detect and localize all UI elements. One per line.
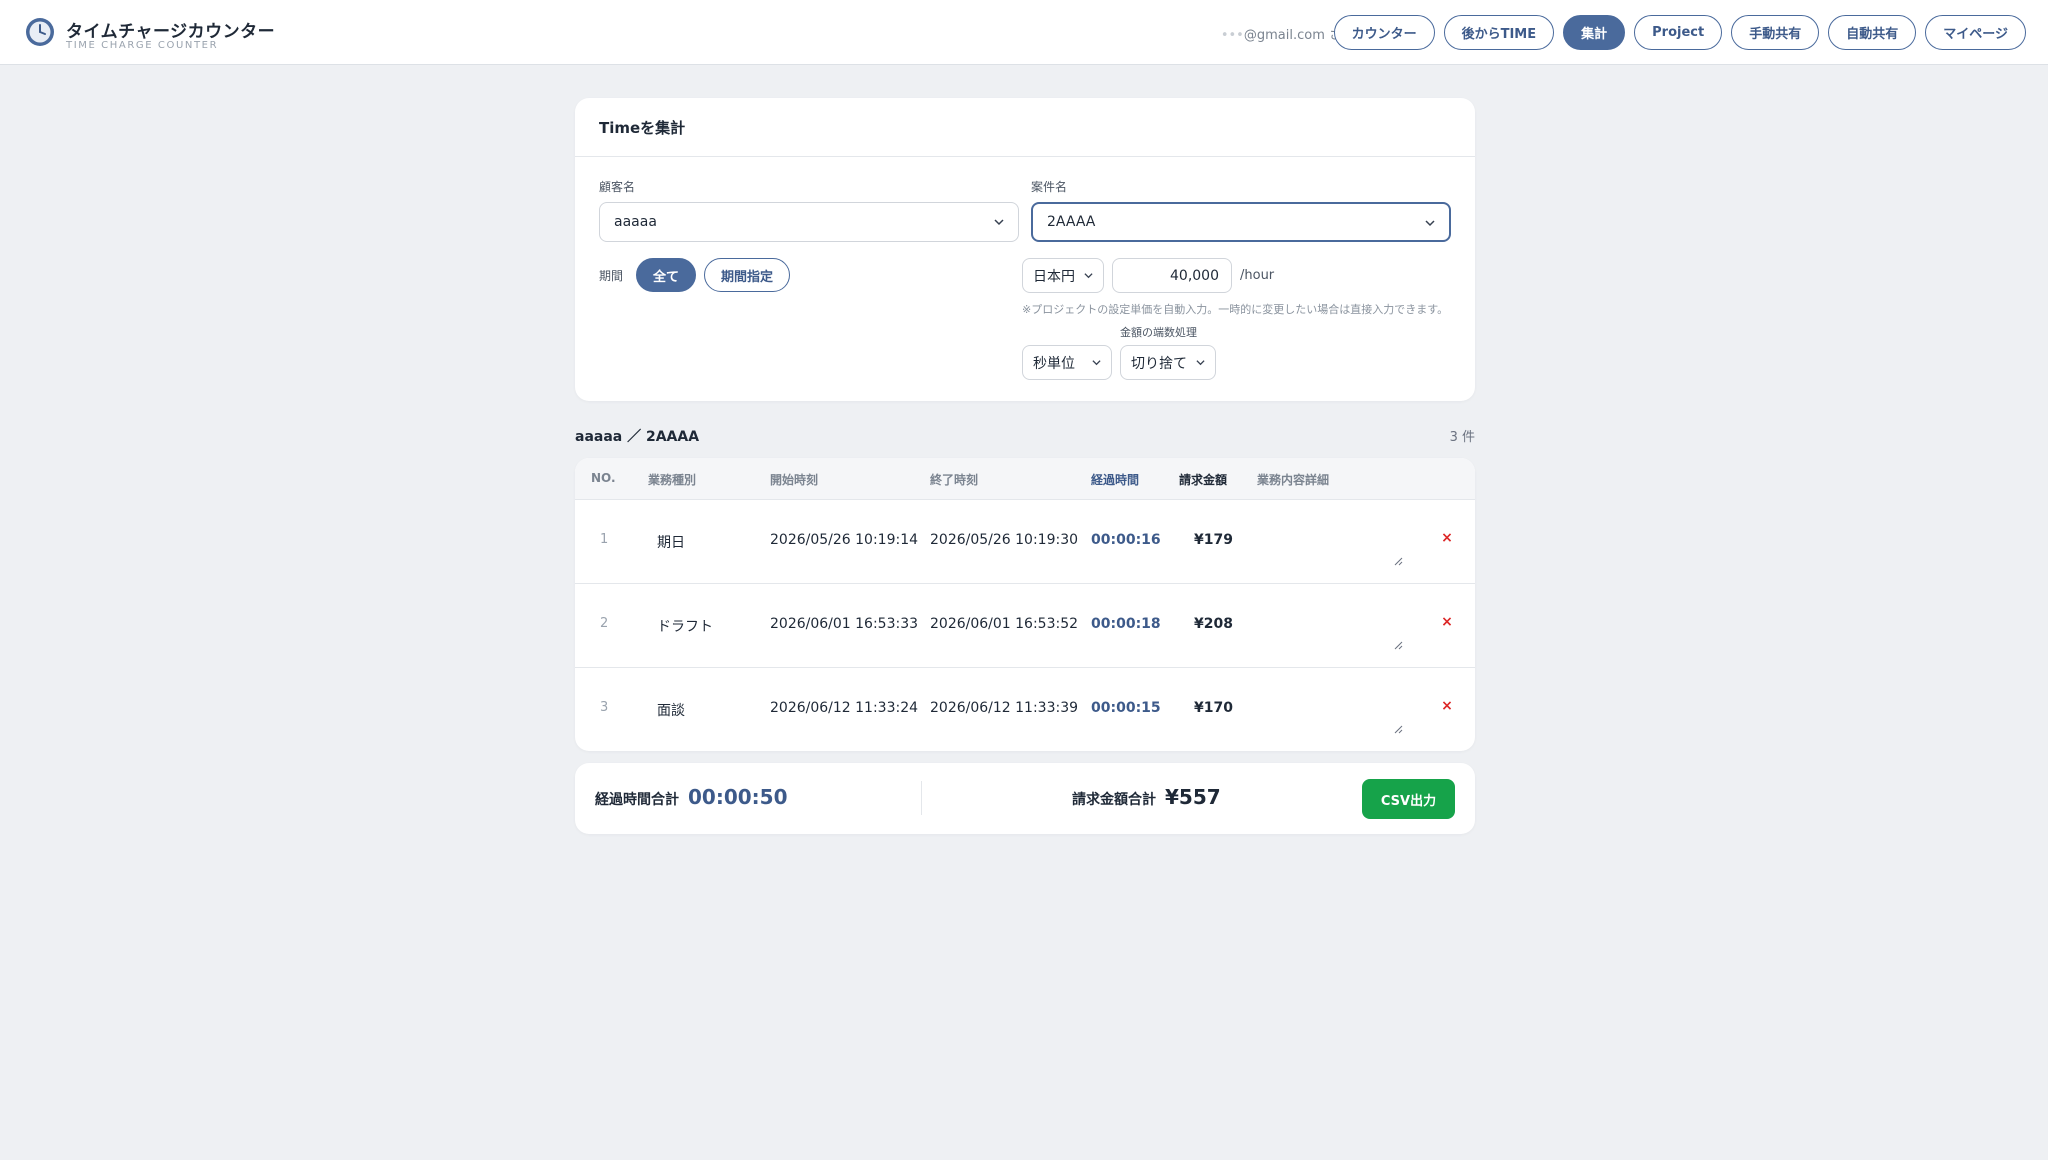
table-row: 3 面談 2026/06/12 11:33:24 2026/06/12 11:3… [575, 668, 1475, 751]
app-title: タイムチャージカウンター [66, 22, 276, 42]
currency-select[interactable]: 日本円 [1022, 258, 1104, 293]
nav-project-button[interactable]: Project [1634, 15, 1723, 50]
clock-icon [26, 18, 54, 46]
row-start: 2026/05/26 10:19:14 [770, 532, 919, 548]
records-table: NO. 業務種別 開始時刻 終了時刻 経過時間 請求金額 業務内容詳細 1 期日… [575, 458, 1475, 751]
table-header: NO. 業務種別 開始時刻 終了時刻 経過時間 請求金額 業務内容詳細 [575, 458, 1475, 500]
col-task: 業務種別 [648, 473, 697, 487]
nav-later-time-button[interactable]: 後からTIME [1443, 15, 1555, 50]
row-no: 1 [600, 532, 609, 547]
col-detail: 業務内容詳細 [1257, 473, 1330, 487]
chevron-down-icon [1092, 360, 1101, 366]
filter-card: Timeを集計 顧客名 aaaaa 案件名 2AAAA 期間 全て 期間指定 日… [575, 98, 1475, 401]
textarea-resize-icon[interactable] [1394, 557, 1403, 566]
row-task: 面談 [657, 703, 685, 719]
row-end: 2026/06/12 11:33:39 [930, 700, 1079, 716]
nav-summary-button[interactable]: 集計 [1563, 15, 1626, 50]
delete-row-button[interactable]: × [1439, 530, 1455, 546]
delete-row-button[interactable]: × [1439, 698, 1455, 714]
table-row: 2 ドラフト 2026/06/01 16:53:33 2026/06/01 16… [575, 584, 1475, 668]
col-end: 終了時刻 [930, 473, 979, 487]
rate-unit: /hour [1240, 268, 1275, 283]
rounding-label: 金額の端数処理 [1120, 326, 1197, 339]
customer-select-value: aaaaa [614, 214, 657, 230]
totals-card: 経過時間合計 00:00:50 請求金額合計 ¥557 CSV出力 [575, 763, 1475, 834]
row-amount: ¥208 [1194, 616, 1233, 632]
table-row: 1 期日 2026/05/26 10:19:14 2026/05/26 10:1… [575, 500, 1475, 584]
period-label: 期間 [599, 269, 624, 283]
nav-auto-share-button[interactable]: 自動共有 [1828, 15, 1917, 50]
rounding-select-value: 切り捨て [1131, 355, 1187, 372]
textarea-resize-icon[interactable] [1394, 725, 1403, 734]
time-unit-select[interactable]: 秒単位 [1022, 345, 1112, 380]
time-unit-select-value: 秒単位 [1033, 355, 1075, 372]
project-label: 案件名 [1031, 180, 1068, 194]
period-custom-button[interactable]: 期間指定 [704, 258, 790, 292]
row-task: 期日 [657, 535, 685, 551]
customer-label: 顧客名 [599, 180, 636, 194]
elapsed-total-label: 経過時間合計 [595, 792, 679, 808]
main-nav: カウンター 後からTIME 集計 Project 手動共有 自動共有 マイページ [1333, 15, 2026, 50]
csv-export-button[interactable]: CSV出力 [1362, 779, 1455, 819]
chevron-down-icon [1196, 360, 1205, 366]
col-amount: 請求金額 [1179, 473, 1228, 487]
rate-note: ※プロジェクトの設定単価を自動入力。一時的に変更したい場合は直接入力できます。 [1022, 303, 1449, 316]
elapsed-total-value: 00:00:50 [688, 785, 788, 809]
row-elapsed: 00:00:18 [1091, 616, 1161, 632]
project-select[interactable]: 2AAAA [1031, 202, 1451, 242]
divider [921, 781, 922, 815]
chevron-down-icon [994, 219, 1004, 226]
app-subtitle: TIME CHARGE COUNTER [66, 40, 219, 51]
delete-row-button[interactable]: × [1439, 614, 1455, 630]
section-title: aaaaa ／ 2AAAA [575, 429, 700, 445]
record-count: 3 件 [1449, 430, 1475, 445]
nav-counter-button[interactable]: カウンター [1333, 15, 1435, 50]
customer-select[interactable]: aaaaa [599, 202, 1019, 242]
amount-total-label: 請求金額合計 [1072, 792, 1156, 808]
period-all-button[interactable]: 全て [636, 258, 696, 292]
filter-card-title: Timeを集計 [599, 119, 686, 137]
row-elapsed: 00:00:16 [1091, 532, 1161, 548]
col-start: 開始時刻 [770, 473, 819, 487]
nav-manual-share-button[interactable]: 手動共有 [1731, 15, 1820, 50]
col-elapsed: 経過時間 [1091, 473, 1140, 487]
chevron-down-icon [1425, 220, 1435, 227]
row-amount: ¥170 [1194, 700, 1233, 716]
row-no: 2 [600, 616, 609, 631]
col-no: NO. [591, 471, 616, 485]
textarea-resize-icon[interactable] [1394, 641, 1403, 650]
user-email-mask: ••• [1220, 28, 1244, 43]
row-end: 2026/05/26 10:19:30 [930, 532, 1079, 548]
row-amount: ¥179 [1194, 532, 1233, 548]
rounding-select[interactable]: 切り捨て [1120, 345, 1216, 380]
row-start: 2026/06/01 16:53:33 [770, 616, 919, 632]
currency-select-value: 日本円 [1033, 268, 1075, 285]
project-select-value: 2AAAA [1047, 214, 1096, 230]
nav-mypage-button[interactable]: マイページ [1925, 15, 2026, 50]
row-end: 2026/06/01 16:53:52 [930, 616, 1079, 632]
row-start: 2026/06/12 11:33:24 [770, 700, 919, 716]
rate-input[interactable] [1112, 258, 1232, 293]
row-task: ドラフト [657, 619, 713, 635]
app-header: タイムチャージカウンター TIME CHARGE COUNTER •••@gma… [0, 0, 2048, 65]
amount-total-value: ¥557 [1165, 785, 1221, 809]
row-no: 3 [600, 700, 609, 715]
chevron-down-icon [1084, 273, 1093, 279]
row-elapsed: 00:00:15 [1091, 700, 1161, 716]
divider [575, 156, 1475, 157]
